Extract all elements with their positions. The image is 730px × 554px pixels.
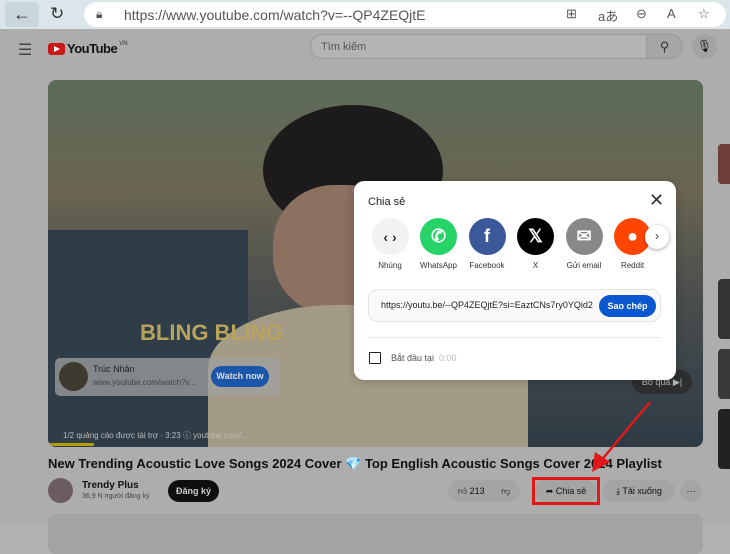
share-target-label: Facebook [469,261,505,270]
share-target-whatsapp[interactable]: ✆ WhatsApp [414,218,464,270]
share-target-label: X [532,261,539,270]
close-icon[interactable]: ✕ [649,190,664,211]
share-target-embed[interactable]: ‹ › Nhúng [365,218,415,270]
divider [368,337,661,338]
whatsapp-icon: ✆ [420,218,457,255]
share-target-x[interactable]: 𝕏X [511,218,561,270]
share-link-text[interactable]: https://youtu.be/--QP4ZEQjtE?si=EaztCNs7… [381,300,593,310]
share-target-label: Reddit [620,261,645,270]
email-icon: ✉ [565,218,603,255]
share-dialog: Chia sẻ ✕ ‹ › Nhúng ✆ WhatsApp f Facebook 𝕏 X ✉ G… [354,181,676,380]
start-at-label: Bắt đầu tại [391,353,435,363]
facebook-icon: f [468,218,506,255]
x-icon: 𝕏 [517,218,554,255]
copy-button[interactable]: Sao chép [599,295,656,317]
share-target-label: Nhúng [378,261,402,270]
start-at-checkbox[interactable] [369,352,381,364]
chevron-right-icon[interactable]: › [645,225,669,249]
start-at-time-input[interactable]: 0:00 [439,353,457,363]
share-target-facebook[interactable]: f Facebook [462,218,512,270]
share-target-label: WhatsApp [420,261,457,270]
embed-icon: ‹ › [371,218,409,255]
share-dialog-title: Chia sẻ [368,196,406,208]
share-target-email[interactable]: ✉ Gửi email [559,218,609,270]
share-link-field[interactable]: https://youtu.be/--QP4ZEQjtE?si=EaztCNs7… [368,289,661,322]
share-target-label: Gửi email [566,261,602,270]
